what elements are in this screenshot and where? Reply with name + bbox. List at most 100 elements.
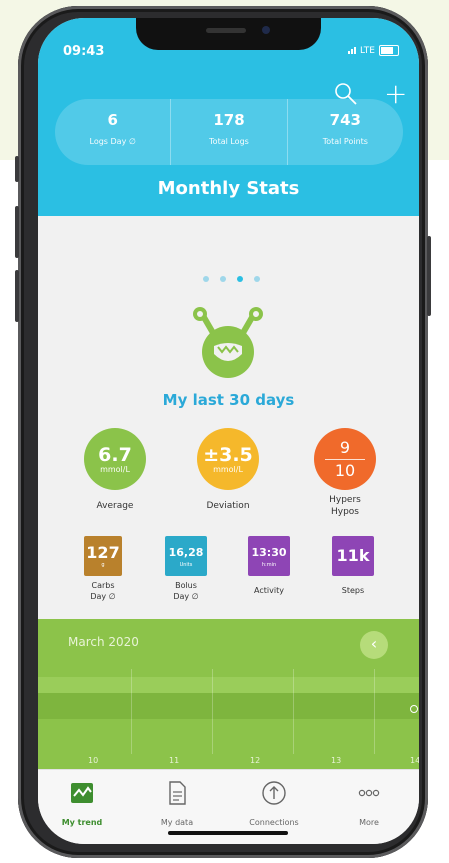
stat-total-logs: 178 Total Logs [170, 99, 286, 165]
grid-line [212, 669, 213, 754]
stat-total-points: 743 Total Points [286, 99, 403, 165]
trend-month: March 2020 [68, 635, 139, 649]
stat-label: Total Points [322, 137, 368, 146]
day-label: 12 [250, 756, 261, 765]
average-label: Average [96, 501, 134, 511]
bolus-box[interactable]: 16,28 Units [165, 536, 207, 576]
notch [136, 18, 321, 50]
day-label: 13 [331, 756, 342, 765]
steps-tile[interactable]: 11k Steps [323, 536, 383, 596]
page-dot[interactable] [220, 276, 226, 282]
hypers-hypos-circle[interactable]: 9 10 [314, 428, 376, 490]
tab-label: My trend [61, 818, 103, 827]
carbs-label-bottom: Day ∅ [90, 592, 116, 601]
deviation-circle[interactable]: ±3.5 mmol/L [197, 428, 259, 490]
activity-box[interactable]: 13:30 h:min [248, 536, 290, 576]
summary-stats: 6 Logs Day ∅ 178 Total Logs 743 Total Po… [55, 99, 403, 165]
carbs-label: Carbs Day ∅ [73, 580, 133, 602]
stat-logs-day: 6 Logs Day ∅ [55, 99, 170, 165]
tab-label: Connections [249, 818, 299, 827]
trend-icon [71, 783, 93, 803]
trend-band-high [38, 677, 419, 693]
mascot-icon [193, 307, 263, 378]
hypos-label: Hypos [330, 507, 359, 517]
activity-tile[interactable]: 13:30 h:min Activity [239, 536, 299, 596]
tab-my-trend[interactable]: My trend [42, 780, 122, 827]
hypers-hypos-label: Hypers Hypos [310, 494, 380, 518]
hypers-value: 9 [339, 437, 351, 457]
activity-value: 13:30 [251, 546, 287, 559]
day-label: 14 [410, 756, 419, 765]
grid-line [131, 669, 132, 754]
bolus-label-top: Bolus [175, 581, 197, 590]
divider [325, 458, 365, 460]
previous-month-button[interactable]: ‹ [360, 631, 388, 659]
stat-value: 743 [329, 111, 361, 129]
deviation-label: Deviation [206, 501, 250, 511]
deviation-metric[interactable]: ±3.5 mmol/L Deviation [193, 428, 263, 512]
stat-label: Logs Day ∅ [89, 137, 136, 146]
day-label: 10 [88, 756, 99, 765]
grid-line [293, 669, 294, 754]
document-icon [169, 781, 186, 805]
app-screen: 09:43 LTE + 6 Logs Day ∅ 178 Total Logs … [38, 18, 419, 844]
page-dot-active[interactable] [237, 276, 243, 282]
home-indicator [168, 831, 288, 835]
tab-my-data[interactable]: My data [137, 780, 217, 827]
network-label: LTE [360, 45, 375, 56]
steps-label: Steps [341, 586, 365, 595]
carbs-unit: g [101, 562, 105, 568]
signal-icon [348, 47, 357, 54]
tab-more[interactable]: More [329, 780, 409, 827]
bolus-tile[interactable]: 16,28 Units Bolus Day ∅ [156, 536, 216, 602]
volume-up-button [15, 206, 19, 258]
hypers-label: Hypers [329, 495, 361, 505]
bolus-label: Bolus Day ∅ [156, 580, 216, 602]
tab-label: My data [160, 818, 194, 827]
average-metric[interactable]: 6.7 mmol/L Average [80, 428, 150, 512]
silent-switch [15, 156, 19, 182]
period-title: My last 30 days [162, 391, 295, 409]
upload-icon [262, 781, 286, 805]
page-indicator[interactable] [203, 276, 260, 282]
front-camera [262, 26, 270, 34]
speaker [206, 28, 246, 33]
tab-connections[interactable]: Connections [234, 780, 314, 827]
grid-line [374, 669, 375, 754]
stat-value: 178 [213, 111, 245, 129]
trend-band-target [38, 693, 419, 719]
bolus-unit: Units [179, 562, 193, 568]
bolus-value: 16,28 [168, 546, 204, 559]
status-time: 09:43 [63, 44, 105, 59]
day-label: 11 [169, 756, 180, 765]
page-title: Monthly Stats [157, 178, 300, 199]
stat-label: Total Logs [209, 137, 249, 146]
average-circle[interactable]: 6.7 mmol/L [84, 428, 146, 490]
average-value: 6.7 [98, 443, 132, 466]
battery-icon [379, 45, 399, 56]
deviation-unit: mmol/L [213, 464, 243, 474]
carbs-value: 127 [86, 543, 120, 562]
page-dot[interactable] [254, 276, 260, 282]
carbs-label-top: Carbs [91, 581, 115, 590]
bolus-label-bottom: Day ∅ [173, 592, 199, 601]
page-dot[interactable] [203, 276, 209, 282]
trend-chart[interactable]: March 2020 ‹ 10 11 12 13 14 [38, 619, 419, 769]
stat-value: 6 [107, 111, 118, 129]
trend-point [410, 705, 418, 713]
average-unit: mmol/L [100, 464, 130, 474]
steps-value: 11k [336, 546, 370, 565]
power-button [427, 236, 431, 316]
carbs-box[interactable]: 127 g [84, 536, 122, 576]
activity-label: Activity [254, 586, 284, 595]
volume-down-button [15, 270, 19, 322]
activity-unit: h:min [261, 562, 277, 568]
tab-label: More [359, 818, 379, 827]
hypers-hypos-metric[interactable]: 9 10 Hypers Hypos [310, 428, 380, 518]
steps-box[interactable]: 11k [332, 536, 374, 576]
hypos-value: 10 [334, 460, 356, 480]
deviation-value: ±3.5 [203, 443, 253, 466]
status-indicators: LTE [348, 45, 399, 56]
more-dots-icon [358, 789, 380, 797]
carbs-tile[interactable]: 127 g Carbs Day ∅ [73, 536, 133, 602]
